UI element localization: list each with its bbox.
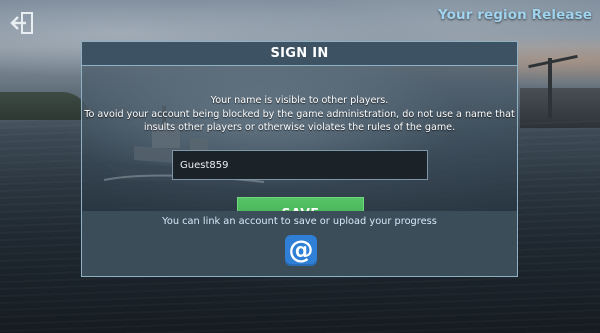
region-label: Your region Release bbox=[437, 7, 592, 23]
distant-shore bbox=[0, 92, 90, 120]
exit-arrow-icon bbox=[10, 12, 33, 34]
dialog-title: SIGN IN bbox=[270, 46, 329, 61]
name-visibility-notice: Your name is visible to other players. T… bbox=[82, 94, 517, 135]
dialog-body: Your name is visible to other players. T… bbox=[82, 66, 517, 228]
notice-line: insults other players or otherwise viola… bbox=[143, 122, 456, 133]
dialog-footer: You can link an account to save or uploa… bbox=[82, 211, 517, 276]
dialog-header: SIGN IN bbox=[82, 42, 517, 66]
link-account-text: You can link an account to save or uploa… bbox=[162, 216, 437, 227]
link-email-button[interactable]: @ bbox=[285, 235, 317, 266]
game-screen: Your region Release SIGN IN Your name is… bbox=[0, 0, 600, 333]
sign-in-dialog: SIGN IN Your name is visible to other pl… bbox=[81, 41, 518, 277]
at-sign-icon: @ bbox=[288, 235, 314, 264]
notice-line: To avoid your account being blocked by t… bbox=[84, 108, 515, 120]
player-name-input[interactable] bbox=[172, 150, 428, 180]
back-button[interactable] bbox=[10, 12, 34, 34]
harbor-crane bbox=[548, 58, 552, 118]
notice-line: Your name is visible to other players. bbox=[210, 95, 389, 106]
